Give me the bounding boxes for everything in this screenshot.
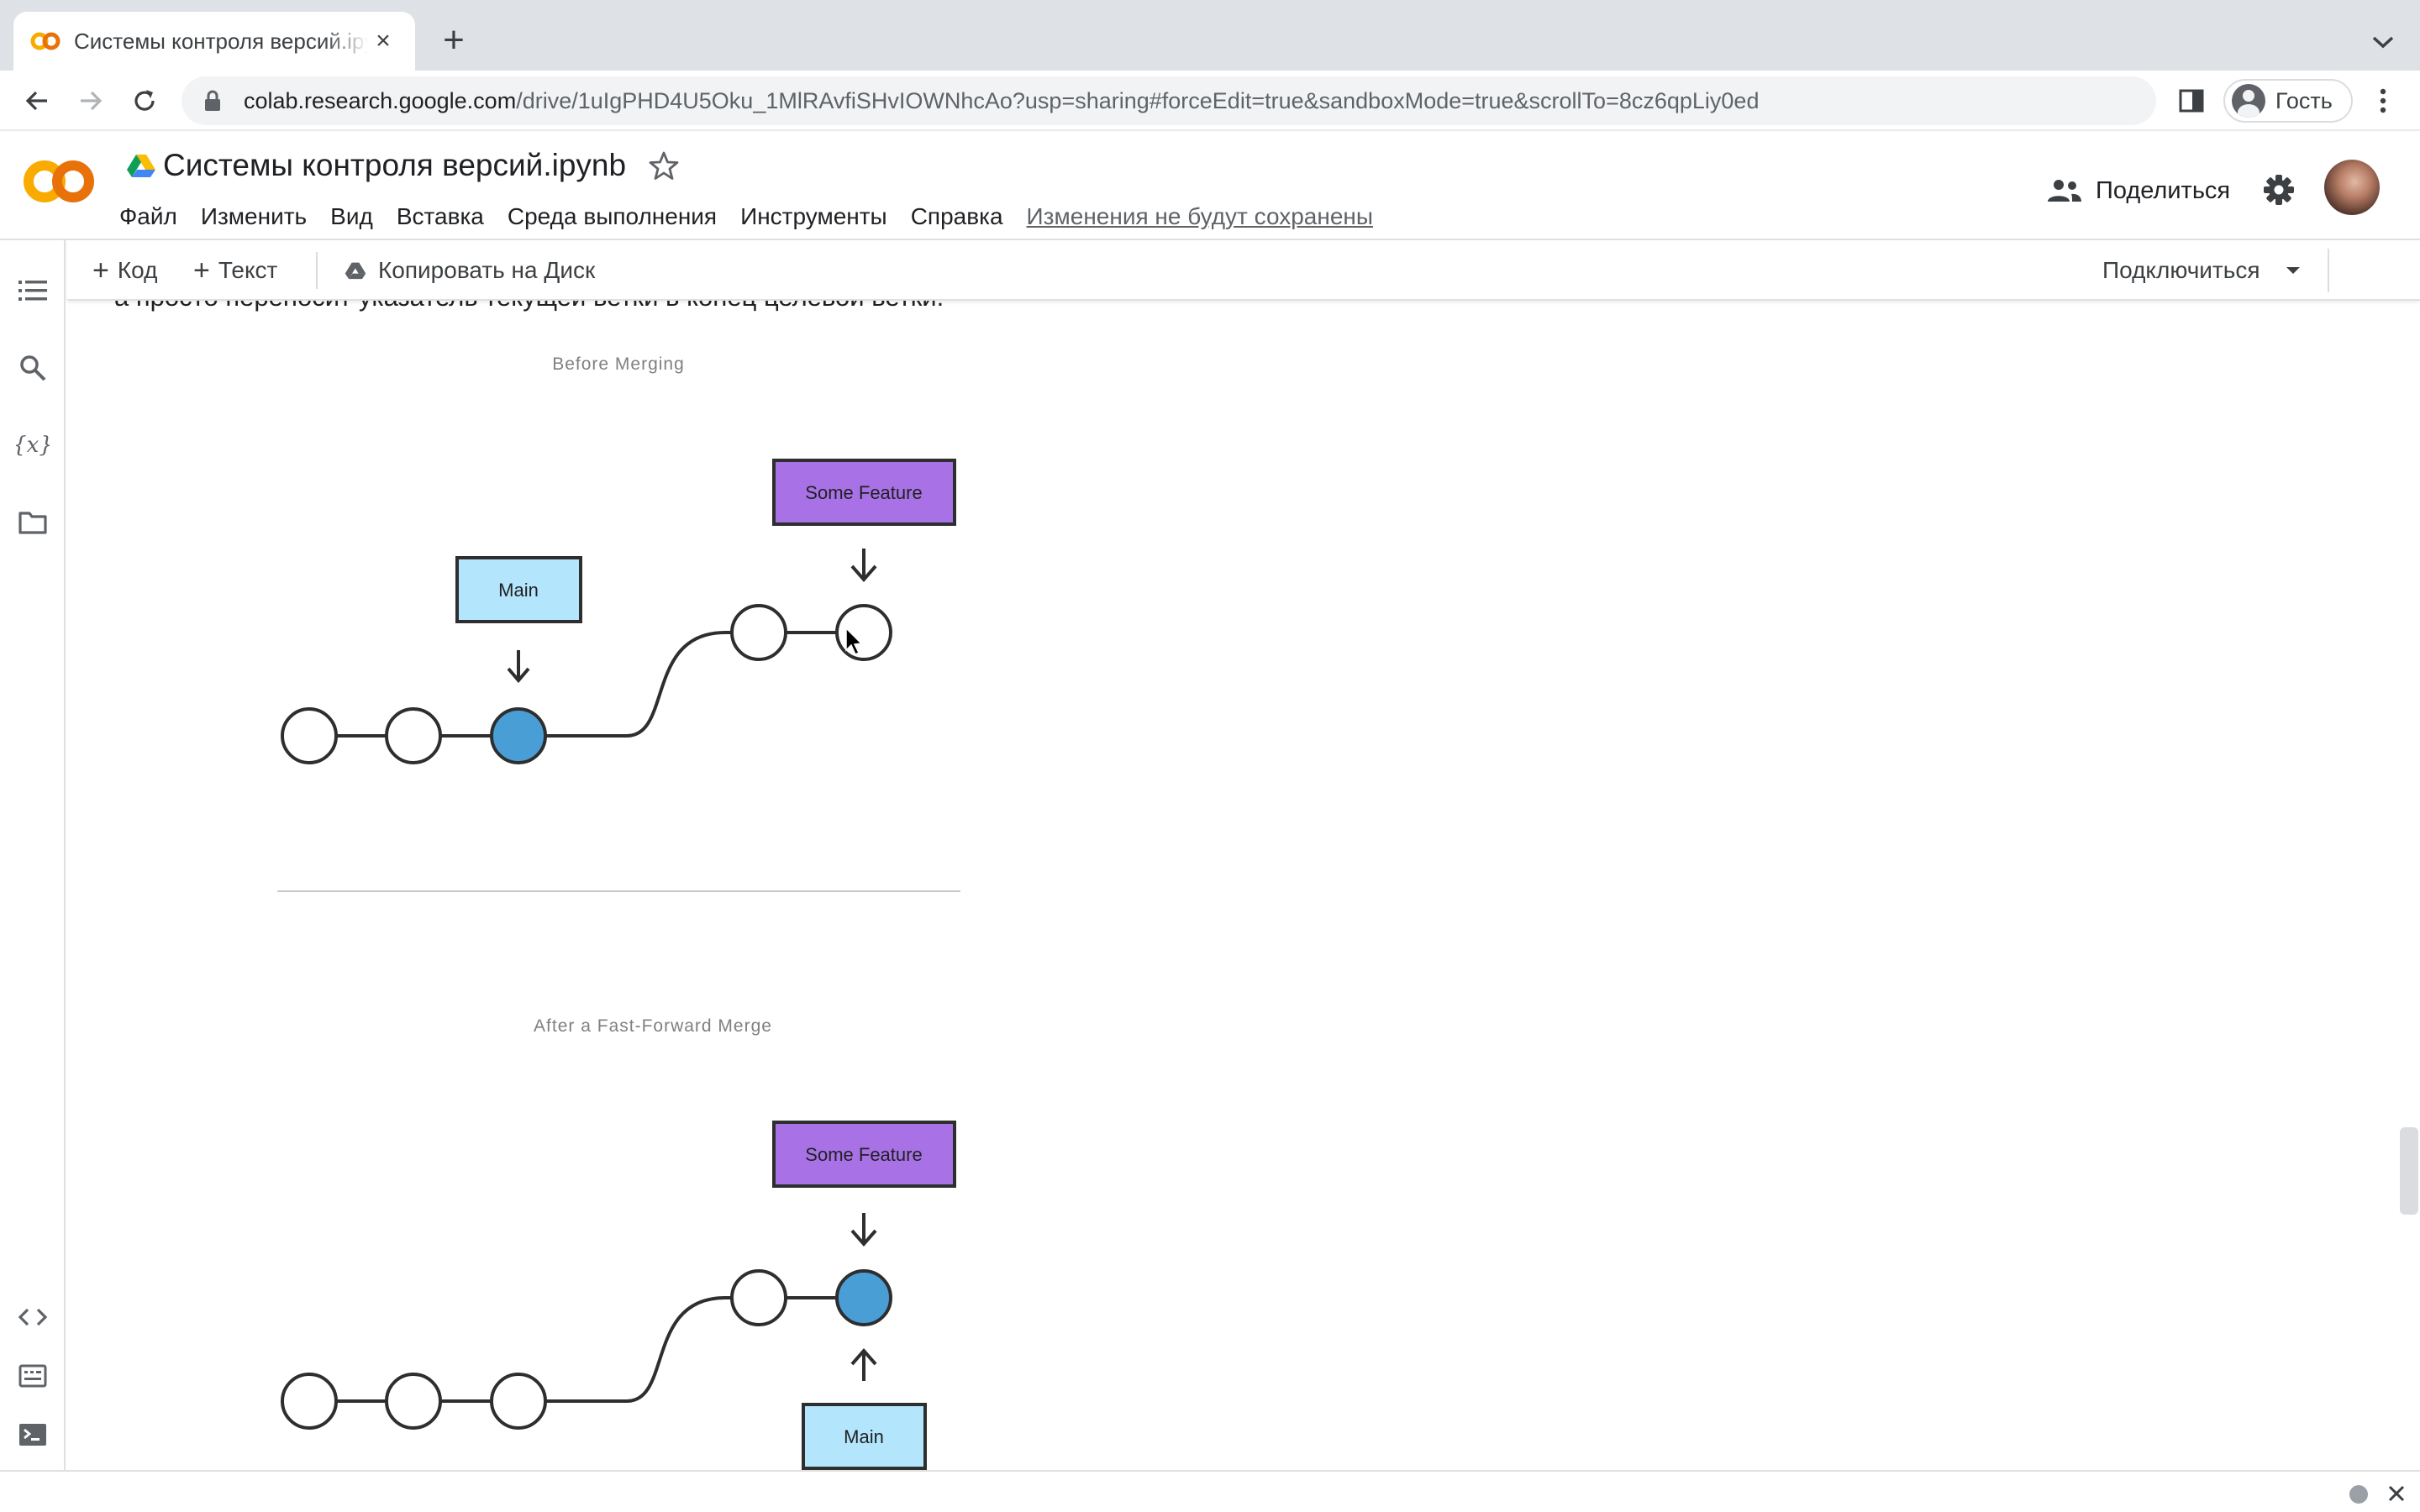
files-icon[interactable] <box>14 504 51 541</box>
drive-icon <box>345 262 366 280</box>
kebab-menu-icon[interactable] <box>2365 82 2402 119</box>
colab-menubar: Файл Изменить Вид Вставка Среда выполнен… <box>119 198 1373 235</box>
before-commit-graph <box>281 604 892 764</box>
address-bar[interactable]: colab.research.google.com/drive/1uIgPHD4… <box>182 76 2156 125</box>
browser-toolbar: colab.research.google.com/drive/1uIgPHD4… <box>0 71 2420 131</box>
notebook-content: а просто переносит указатель текущей вет… <box>67 301 2420 1470</box>
url-path: /drive/1uIgPHD4U5Oku_1MlRAvfiSHvIOWNhcAo… <box>516 87 1760 113</box>
copy-to-drive-button[interactable]: Копировать на Диск <box>345 252 595 289</box>
close-icon[interactable] <box>2383 1480 2410 1507</box>
commit-node-active <box>835 1269 892 1326</box>
user-avatar[interactable] <box>2324 160 2380 215</box>
notebook-title[interactable]: Системы контроля версий.ipynb <box>163 148 626 183</box>
menu-view[interactable]: Вид <box>330 203 373 230</box>
main-branch-pointer: Main <box>455 556 582 684</box>
url-host: colab.research.google.com <box>244 87 517 113</box>
terminal-icon[interactable] <box>14 1416 51 1453</box>
add-code-button[interactable]: + Код <box>92 252 157 289</box>
main-label: Main <box>498 580 539 601</box>
gear-icon[interactable] <box>2260 171 2297 208</box>
commit-node <box>281 707 338 764</box>
tab-close-icon[interactable]: × <box>368 26 398 56</box>
connect-label: Подключиться <box>2102 257 2260 283</box>
before-merging-title: Before Merging <box>552 354 685 374</box>
commit-node <box>281 1373 338 1430</box>
menu-runtime[interactable]: Среда выполнения <box>508 203 717 230</box>
left-sidebar: {x} <box>0 240 66 1470</box>
side-panel-icon[interactable] <box>2173 82 2210 119</box>
commit-node <box>835 604 892 661</box>
status-bar <box>0 1470 2420 1512</box>
down-arrow-icon <box>507 650 530 684</box>
back-arrow-icon[interactable] <box>17 81 57 121</box>
menu-tools[interactable]: Инструменты <box>740 203 887 230</box>
menu-insert[interactable]: Вставка <box>397 203 484 230</box>
colab-header: Системы контроля версий.ipynb Файл Измен… <box>0 131 2420 240</box>
notebook-toolbar: + Код + Текст Копировать на Диск Подключ… <box>67 240 2420 301</box>
share-button[interactable]: Поделиться <box>2047 170 2230 212</box>
plus-icon: + <box>193 254 210 286</box>
new-tab-button[interactable]: + <box>435 22 472 59</box>
add-text-button[interactable]: + Текст <box>193 252 277 289</box>
copy-to-drive-label: Копировать на Диск <box>378 257 596 283</box>
commit-node <box>730 1269 787 1326</box>
profile-label: Гость <box>2275 87 2333 113</box>
people-icon <box>2048 180 2081 202</box>
collapse-header-chevron-icon[interactable] <box>2415 252 2420 289</box>
connection-status-indicator <box>2349 1485 2368 1504</box>
table-of-contents-icon[interactable] <box>14 272 51 309</box>
search-icon[interactable] <box>14 349 51 386</box>
lock-icon[interactable] <box>198 87 227 115</box>
star-icon[interactable] <box>647 150 681 183</box>
variables-icon[interactable]: {x} <box>14 427 51 464</box>
down-arrow-icon <box>850 1213 877 1247</box>
browser-tab-bar: Системы контроля версий.ipynb - Colabora… <box>0 0 2420 71</box>
scrollbar-thumb[interactable] <box>2400 1127 2418 1215</box>
toolbar-divider <box>316 252 318 289</box>
commit-node <box>385 1373 442 1430</box>
menu-file[interactable]: Файл <box>119 203 177 230</box>
feature-branch-pointer: Some Feature <box>772 459 956 583</box>
commit-node <box>730 604 787 661</box>
tab-title: Системы контроля версий.ipynb - Colabora… <box>74 28 368 54</box>
unsaved-changes-link[interactable]: Изменения не будут сохранены <box>1027 203 1373 230</box>
add-text-label: Текст <box>218 257 278 283</box>
colab-logo-icon[interactable] <box>22 156 96 207</box>
menu-edit[interactable]: Изменить <box>201 203 307 230</box>
feature-label: Some Feature <box>805 482 922 503</box>
google-drive-icon[interactable] <box>126 153 156 178</box>
commit-node <box>490 1373 547 1430</box>
commit-node <box>385 707 442 764</box>
plus-icon: + <box>92 254 109 286</box>
dropdown-arrow-icon <box>2286 267 2300 274</box>
svg-text:{x}: {x} <box>16 433 50 458</box>
connect-button[interactable]: Подключиться <box>2102 252 2301 289</box>
commit-node-active <box>490 707 547 764</box>
main-branch-pointer: Main <box>802 1347 927 1470</box>
fast-forward-merge-diagram: Before Merging Main Some Feature After a… <box>277 354 960 1470</box>
tab-search-chevron-icon[interactable] <box>2366 25 2400 59</box>
code-snippets-icon[interactable] <box>14 1299 51 1336</box>
browser-tab[interactable]: Системы контроля версий.ipynb - Colabora… <box>13 12 415 71</box>
toolbar-divider <box>2328 249 2329 292</box>
feature-label: Some Feature <box>805 1144 922 1165</box>
add-code-label: Код <box>117 257 158 283</box>
down-arrow-icon <box>850 549 877 583</box>
guest-avatar-icon <box>2232 84 2265 118</box>
feature-branch-pointer: Some Feature <box>772 1121 956 1247</box>
after-commit-graph <box>281 1269 892 1430</box>
share-label: Поделиться <box>2096 176 2231 204</box>
forward-arrow-icon[interactable] <box>71 81 111 121</box>
main-label: Main <box>844 1426 884 1447</box>
command-palette-icon[interactable] <box>14 1357 51 1394</box>
profile-button[interactable]: Гость <box>2223 79 2353 123</box>
up-arrow-icon <box>850 1347 877 1381</box>
menu-help[interactable]: Справка <box>911 203 1003 230</box>
colab-favicon-icon <box>30 29 60 53</box>
after-merge-title: After a Fast-Forward Merge <box>534 1016 772 1036</box>
reload-icon[interactable] <box>124 81 165 121</box>
